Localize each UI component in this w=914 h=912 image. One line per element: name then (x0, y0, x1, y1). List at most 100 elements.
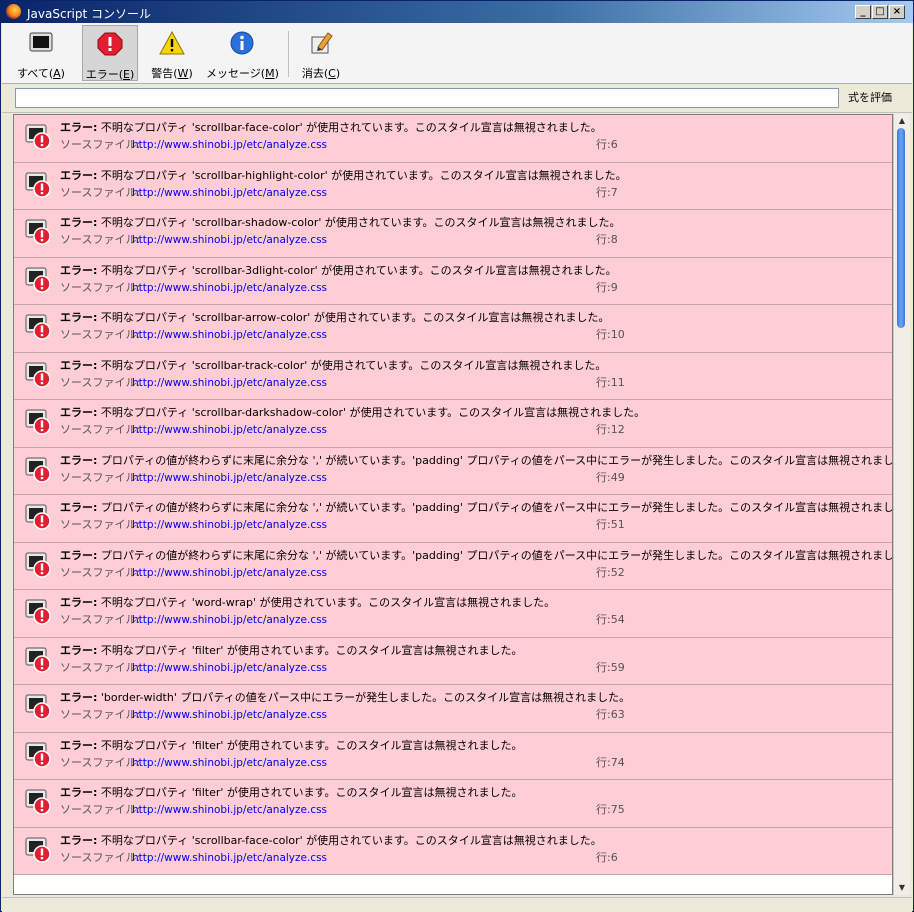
source-file-link[interactable]: http://www.shinobi.jp/etc/analyze.css (132, 852, 327, 864)
scrollbar-thumb[interactable] (897, 128, 905, 328)
source-file-label: ソースファイル: (60, 518, 141, 531)
source-file-link[interactable]: http://www.shinobi.jp/etc/analyze.css (132, 187, 327, 199)
source-file-link[interactable]: http://www.shinobi.jp/etc/analyze.css (132, 139, 327, 151)
source-file-label: ソースファイル: (60, 755, 141, 769)
message-label: メッセージ( (206, 67, 266, 80)
console-entry[interactable]: エラー: プロパティの値が終わらずに末尾に余分な ',' が続いています。'pa… (14, 542, 892, 590)
entry-error-icon (25, 504, 51, 530)
error-prefix: エラー: (60, 216, 98, 229)
entry-error-icon (25, 694, 51, 720)
entry-error-icon (25, 124, 51, 150)
error-message: 不明なプロパティ 'scrollbar-3dlight-color' が使用され… (100, 263, 617, 277)
all-suffix: ) (60, 67, 65, 80)
console-entry[interactable]: エラー: 不明なプロパティ 'scrollbar-track-color' が使… (14, 352, 892, 400)
line-number: 行:51 (596, 518, 625, 531)
console-list[interactable]: エラー: 不明なプロパティ 'scrollbar-face-color' が使用… (13, 114, 893, 895)
clear-suffix: ) (335, 67, 341, 80)
source-file-label: ソースファイル: (60, 138, 141, 151)
warning-icon (159, 31, 185, 55)
source-file-link[interactable]: http://www.shinobi.jp/etc/analyze.css (132, 614, 327, 626)
source-file-label: ソースファイル: (60, 660, 141, 674)
console-entry[interactable]: エラー: 不明なプロパティ 'scrollbar-darkshadow-colo… (14, 400, 892, 448)
console-entry[interactable]: エラー: 不明なプロパティ 'scrollbar-face-color' が使用… (14, 827, 892, 875)
source-file-link[interactable]: http://www.shinobi.jp/etc/analyze.css (132, 567, 327, 579)
source-file-link[interactable]: http://www.shinobi.jp/etc/analyze.css (132, 472, 327, 484)
message-key: M (265, 67, 275, 80)
all-button[interactable]: すべて(A) (10, 25, 72, 81)
entry-error-icon (25, 409, 51, 435)
console-entry[interactable]: エラー: プロパティの値が終わらずに末尾に余分な ',' が続いています。'pa… (14, 495, 892, 543)
console-entry[interactable]: エラー: プロパティの値が終わらずに末尾に余分な ',' が続いています。'pa… (14, 447, 892, 495)
source-file-link[interactable]: http://www.shinobi.jp/etc/analyze.css (132, 424, 327, 436)
entry-error-icon (25, 314, 51, 340)
error-message: 不明なプロパティ 'scrollbar-arrow-color' が使用されてい… (100, 311, 610, 324)
source-file-link[interactable]: http://www.shinobi.jp/etc/analyze.css (132, 329, 327, 341)
source-file-link[interactable]: http://www.shinobi.jp/etc/analyze.css (132, 662, 327, 674)
console-entry[interactable]: エラー: 不明なプロパティ 'scrollbar-3dlight-color' … (14, 257, 892, 305)
minimize-button[interactable]: _ (855, 5, 871, 19)
info-icon (230, 31, 254, 55)
warning-key: W (177, 67, 189, 80)
entry-error-icon (25, 599, 51, 625)
source-file-label: ソースファイル: (60, 185, 141, 199)
source-file-link[interactable]: http://www.shinobi.jp/etc/analyze.css (132, 709, 327, 721)
error-label: エラー( (85, 68, 124, 81)
line-number: 行:75 (596, 803, 625, 816)
console-entry[interactable]: エラー: 不明なプロパティ 'scrollbar-shadow-color' が… (14, 210, 892, 258)
console-entry[interactable]: エラー: 不明なプロパティ 'word-wrap' が使用されています。このスタ… (14, 590, 892, 638)
clear-button[interactable]: 消去(C) (294, 25, 348, 81)
line-number: 行:6 (596, 850, 618, 864)
evaluate-button[interactable]: 式を評価 (848, 89, 892, 105)
status-bar (2, 897, 912, 912)
scroll-down-arrow-icon[interactable]: ▼ (896, 883, 908, 893)
error-message: 不明なプロパティ 'filter' が使用されています。このスタイル宣言は無視さ… (100, 786, 523, 799)
all-key: A (53, 67, 61, 80)
error-prefix: エラー: (60, 358, 98, 372)
entry-error-icon (25, 789, 51, 815)
console-entry[interactable]: エラー: 不明なプロパティ 'filter' が使用されています。このスタイル宣… (14, 637, 892, 685)
source-file-link[interactable]: http://www.shinobi.jp/etc/analyze.css (132, 804, 327, 816)
source-file-link[interactable]: http://www.shinobi.jp/etc/analyze.css (132, 519, 327, 531)
line-number: 行:49 (596, 470, 625, 484)
source-file-link[interactable]: http://www.shinobi.jp/etc/analyze.css (132, 757, 327, 769)
console-entry[interactable]: エラー: 不明なプロパティ 'scrollbar-face-color' が使用… (14, 115, 892, 163)
console-entry[interactable]: エラー: 不明なプロパティ 'scrollbar-arrow-color' が使… (14, 305, 892, 353)
error-suffix: ) (129, 68, 135, 81)
error-filter-button[interactable]: エラー(E) (82, 25, 138, 81)
console-entry[interactable]: エラー: 不明なプロパティ 'scrollbar-highlight-color… (14, 162, 892, 210)
error-prefix: エラー: (60, 311, 98, 324)
entry-error-icon (25, 267, 51, 293)
title-bar[interactable]: JavaScript コンソール _ □ × (1, 1, 913, 23)
clear-key: C (328, 67, 336, 80)
line-number: 行:59 (596, 660, 625, 674)
warning-filter-button[interactable]: 警告(W) (144, 25, 200, 81)
error-prefix: エラー: (60, 643, 98, 657)
console-entry[interactable]: エラー: 不明なプロパティ 'filter' が使用されています。このスタイル宣… (14, 732, 892, 780)
source-file-link[interactable]: http://www.shinobi.jp/etc/analyze.css (132, 234, 327, 246)
source-file-label: ソースファイル: (60, 803, 141, 816)
source-file-label: ソースファイル: (60, 328, 141, 341)
maximize-button[interactable]: □ (872, 5, 888, 19)
entry-error-icon (25, 837, 51, 863)
entry-error-icon (25, 457, 51, 483)
message-filter-button[interactable]: メッセージ(M) (206, 25, 279, 81)
line-number: 行:12 (596, 423, 625, 436)
line-number: 行:7 (596, 185, 618, 199)
error-message: 不明なプロパティ 'filter' が使用されています。このスタイル宣言は無視さ… (100, 643, 523, 657)
error-prefix: エラー: (60, 168, 98, 182)
source-file-label: ソースファイル: (60, 850, 141, 864)
source-file-link[interactable]: http://www.shinobi.jp/etc/analyze.css (132, 282, 327, 294)
entry-error-icon (25, 219, 51, 245)
scroll-up-arrow-icon[interactable]: ▲ (896, 116, 908, 126)
error-message: 不明なプロパティ 'word-wrap' が使用されています。このスタイル宣言は… (100, 596, 556, 609)
all-label: すべて( (17, 67, 54, 80)
eval-input[interactable] (15, 88, 839, 108)
entry-error-icon (25, 552, 51, 578)
close-button[interactable]: × (889, 5, 905, 19)
toolbar-separator (288, 31, 289, 77)
source-file-link[interactable]: http://www.shinobi.jp/etc/analyze.css (132, 377, 327, 389)
vertical-scrollbar[interactable]: ▲ ▼ (893, 114, 910, 895)
warning-suffix: ) (188, 67, 193, 80)
console-entry[interactable]: エラー: 'border-width' プロパティの値をパース中にエラーが発生し… (14, 685, 892, 733)
console-entry[interactable]: エラー: 不明なプロパティ 'filter' が使用されています。このスタイル宣… (14, 780, 892, 828)
